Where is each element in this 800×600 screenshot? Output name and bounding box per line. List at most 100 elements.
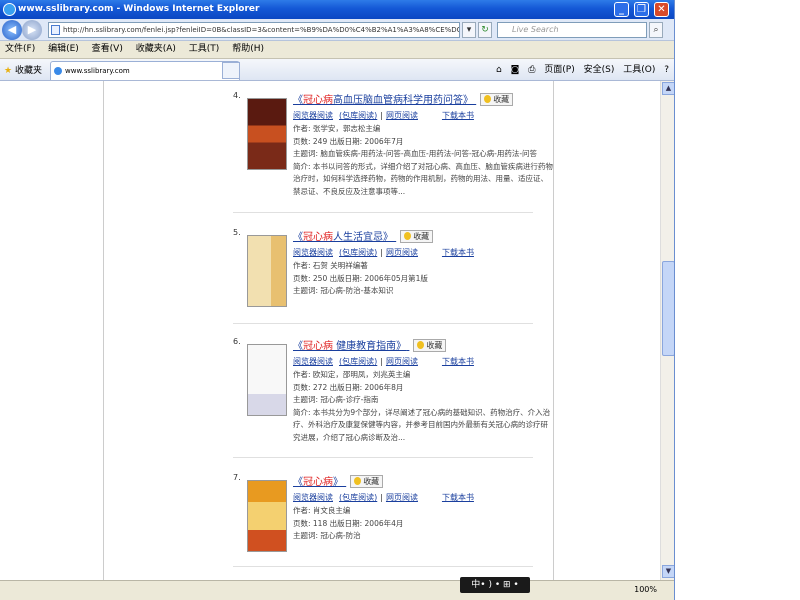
browser-window: www.sslibrary.com - Windows Internet Exp… bbox=[0, 0, 675, 600]
sep: | bbox=[380, 357, 383, 366]
refresh-button[interactable]: ↻ bbox=[478, 22, 492, 38]
menu-bar: 文件(F) 编辑(E) 查看(V) 收藏夹(A) 工具(T) 帮助(H) bbox=[0, 41, 674, 59]
result-item: 4. 《冠心病高血压脑血管病科学用药问答》 收藏 阅览器阅读 (包库阅读) | 网页阅… bbox=[233, 91, 553, 206]
lib-read-link[interactable]: (包库阅读) bbox=[339, 111, 377, 120]
content-border-right bbox=[553, 81, 554, 580]
read-links: 阅览器阅读 (包库阅读) | 网页阅读 下载本书 bbox=[293, 492, 474, 503]
divider bbox=[233, 566, 533, 567]
scroll-thumb[interactable] bbox=[662, 261, 674, 356]
book-title[interactable]: 《冠心病 健康教育指南》 收藏 bbox=[293, 337, 447, 352]
collect-label: 收藏 bbox=[426, 341, 443, 350]
lib-read-link[interactable]: (包库阅读) bbox=[339, 357, 377, 366]
info-author: 作者: 石贺 关明祥编著 bbox=[293, 261, 368, 270]
vertical-scrollbar[interactable]: ▲ ▼ bbox=[660, 81, 674, 580]
bulb-icon bbox=[354, 477, 362, 485]
info-pages: 页数: 249 出版日期: 2006年7月 bbox=[293, 136, 404, 146]
title-rest: 人生活宜忌》 bbox=[333, 232, 393, 243]
url-dropdown-button[interactable]: ▾ bbox=[462, 22, 476, 38]
tab-sslibrary[interactable]: www.sslibrary.com bbox=[50, 61, 240, 80]
reader-read-link[interactable]: 阅览器阅读 bbox=[293, 357, 333, 366]
safety-menu[interactable]: 安全(S) bbox=[584, 65, 615, 75]
collect-button[interactable]: 收藏 bbox=[480, 93, 514, 106]
divider bbox=[233, 323, 533, 324]
book-title[interactable]: 《冠心病高血压脑血管病科学用药问答》 收藏 bbox=[293, 91, 514, 106]
result-item: 7. 《冠心病》 收藏 阅览器阅读 (包库阅读) | 网页阅读 下载本书 作者: 肖文良… bbox=[233, 473, 553, 568]
window-title: www.sslibrary.com - Windows Internet Exp… bbox=[18, 4, 260, 14]
scroll-up-arrow[interactable]: ▲ bbox=[662, 82, 674, 95]
book-title[interactable]: 《冠心病人生活宜忌》 收藏 bbox=[293, 228, 434, 243]
reader-read-link[interactable]: 阅览器阅读 bbox=[293, 493, 333, 502]
page-icon bbox=[51, 25, 60, 35]
url-text: http://hn.sslibrary.com/fenlei.jsp?fenle… bbox=[63, 26, 459, 34]
book-cover[interactable] bbox=[247, 344, 287, 416]
divider bbox=[233, 212, 533, 213]
tools-menu[interactable]: 工具(O) bbox=[623, 65, 655, 75]
ie-tab-icon bbox=[54, 67, 62, 75]
web-read-link[interactable]: 网页阅读 bbox=[386, 493, 418, 502]
minimize-button[interactable]: _ bbox=[614, 2, 629, 17]
collect-button[interactable]: 收藏 bbox=[413, 339, 447, 352]
collect-label: 收藏 bbox=[363, 477, 380, 486]
close-button[interactable]: ✕ bbox=[654, 2, 669, 17]
help-icon[interactable]: ? bbox=[664, 65, 669, 75]
back-button[interactable]: ◀ bbox=[2, 20, 22, 40]
download-link[interactable]: 下载本书 bbox=[442, 248, 474, 257]
info-subject: 主题词: 冠心病-诊疗-指南 bbox=[293, 395, 379, 404]
lib-read-link[interactable]: (包库阅读) bbox=[339, 493, 377, 502]
menu-file[interactable]: 文件(F) bbox=[0, 41, 40, 58]
book-info: 作者: 石贺 关明祥编著 页数: 250 出版日期: 2006年05月第1版 主… bbox=[293, 260, 553, 298]
info-summary: 简介: 本书以问答的形式，详细介绍了对冠心病、高血压、脑血管疾病进行药物治疗时，… bbox=[293, 161, 553, 196]
sep: | bbox=[380, 248, 383, 257]
print-icon[interactable]: ⎙ bbox=[528, 65, 535, 75]
reader-read-link[interactable]: 阅览器阅读 bbox=[293, 111, 333, 120]
ime-toolbar[interactable]: 中• ) • ⊞ • bbox=[460, 577, 530, 593]
page-menu[interactable]: 页面(P) bbox=[544, 65, 574, 75]
search-input[interactable]: Live Search bbox=[497, 22, 647, 38]
book-cover[interactable] bbox=[247, 98, 287, 170]
menu-help[interactable]: 帮助(H) bbox=[227, 41, 269, 58]
collect-button[interactable]: 收藏 bbox=[350, 475, 384, 488]
title-rest: 》 bbox=[333, 477, 343, 488]
ie-icon bbox=[3, 3, 16, 16]
menu-favorites[interactable]: 收藏夹(A) bbox=[131, 41, 181, 58]
book-cover[interactable] bbox=[247, 480, 287, 552]
collect-label: 收藏 bbox=[413, 232, 430, 241]
lib-read-link[interactable]: (包库阅读) bbox=[339, 248, 377, 257]
reader-read-link[interactable]: 阅览器阅读 bbox=[293, 248, 333, 257]
search-placeholder: Live Search bbox=[512, 25, 559, 34]
new-tab-button[interactable] bbox=[222, 62, 240, 79]
forward-button[interactable]: ▶ bbox=[22, 20, 42, 40]
home-icon[interactable]: ⌂ bbox=[496, 65, 502, 75]
search-icon[interactable]: ⌕ bbox=[649, 22, 663, 38]
book-title[interactable]: 《冠心病》 收藏 bbox=[293, 473, 384, 488]
info-summary: 简介: 本书共分为9个部分，详尽阐述了冠心病的基础知识、药物治疗、介入治疗、外科… bbox=[293, 407, 551, 442]
book-cover[interactable] bbox=[247, 235, 287, 307]
favorites-bar: ★ 收藏夹 www.sslibrary.com ⌂ ◙ ⎙ 页面(P) 安全(S… bbox=[0, 59, 674, 81]
web-read-link[interactable]: 网页阅读 bbox=[386, 111, 418, 120]
url-input[interactable]: http://hn.sslibrary.com/fenlei.jsp?fenle… bbox=[48, 22, 460, 38]
zoom-level[interactable]: 100% bbox=[634, 585, 657, 594]
info-author: 作者: 张学安，郭志松主编 bbox=[293, 124, 381, 133]
download-link[interactable]: 下载本书 bbox=[442, 493, 474, 502]
web-read-link[interactable]: 网页阅读 bbox=[386, 357, 418, 366]
result-number: 7. bbox=[233, 473, 241, 482]
download-link[interactable]: 下载本书 bbox=[442, 111, 474, 120]
web-read-link[interactable]: 网页阅读 bbox=[386, 248, 418, 257]
info-author: 作者: 欧知定，邵明凤，刘兆英主编 bbox=[293, 370, 411, 379]
collect-button[interactable]: 收藏 bbox=[400, 230, 434, 243]
info-author: 作者: 肖文良主编 bbox=[293, 506, 351, 515]
result-number: 4. bbox=[233, 91, 241, 100]
menu-view[interactable]: 查看(V) bbox=[87, 41, 128, 58]
title-keyword: 冠心病 bbox=[303, 95, 333, 106]
divider bbox=[233, 457, 533, 458]
feeds-icon[interactable]: ◙ bbox=[511, 65, 520, 75]
menu-edit[interactable]: 编辑(E) bbox=[43, 41, 84, 58]
favorites-button[interactable]: ★ 收藏夹 bbox=[4, 63, 42, 76]
sep: | bbox=[380, 493, 383, 502]
scroll-down-arrow[interactable]: ▼ bbox=[662, 565, 674, 578]
download-link[interactable]: 下载本书 bbox=[442, 357, 474, 366]
maximize-button[interactable]: ❐ bbox=[634, 2, 649, 17]
result-number: 6. bbox=[233, 337, 241, 346]
bulb-icon bbox=[404, 232, 412, 240]
menu-tools[interactable]: 工具(T) bbox=[184, 41, 225, 58]
